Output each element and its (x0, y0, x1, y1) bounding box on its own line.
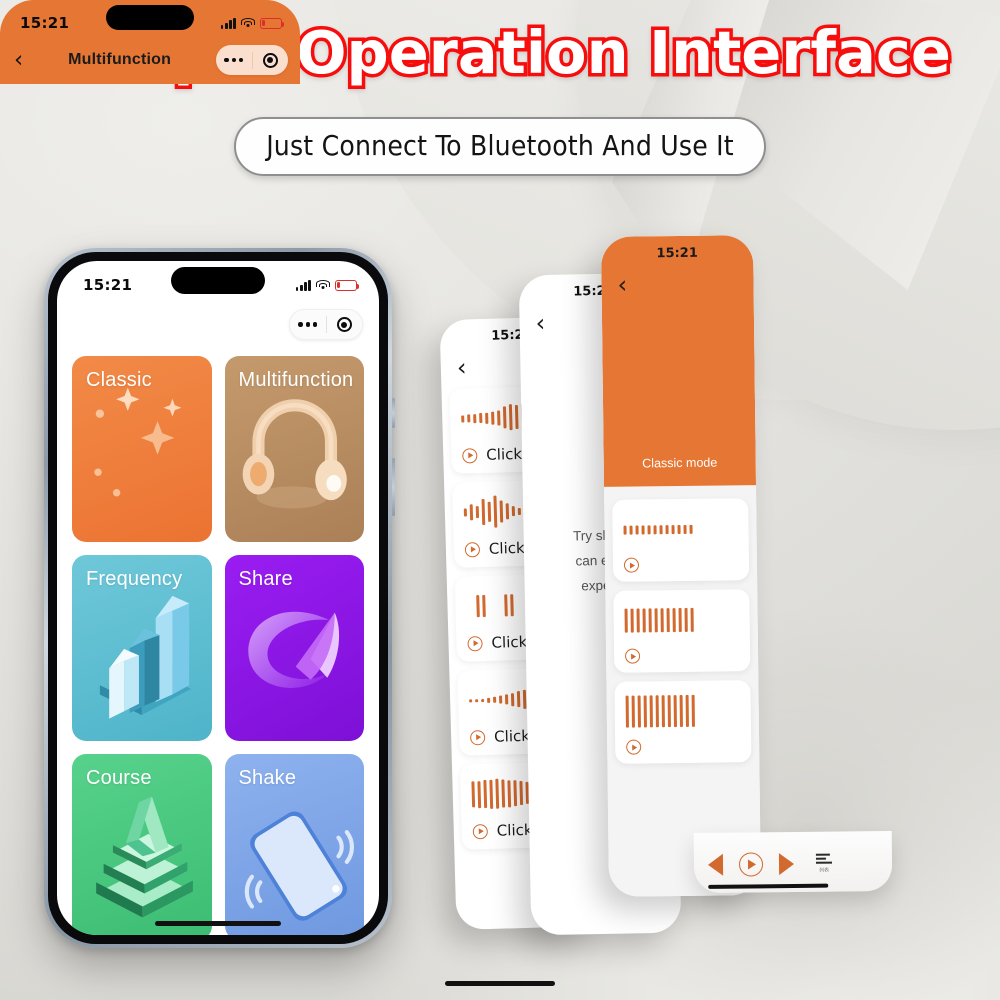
right-status-bar: 15:21 (0, 0, 300, 38)
status-time: 15:21 (20, 14, 70, 32)
dynamic-island (106, 5, 194, 30)
right-nav-bar: ‹ Multifunction (0, 38, 300, 82)
target-icon[interactable] (253, 52, 289, 68)
triangle-right-icon[interactable] (778, 852, 795, 876)
waveform-graphic (623, 511, 737, 546)
battery-low-icon (335, 279, 360, 291)
status-icons (295, 279, 360, 291)
page-title: Multifunction (68, 51, 172, 68)
wave-card[interactable] (612, 498, 750, 582)
card-label: Multifunction (238, 369, 354, 391)
more-dots-icon[interactable] (290, 322, 326, 327)
wifi-icon (316, 279, 330, 291)
stack3-status-bar: 15:21 (601, 235, 753, 271)
more-dots-icon[interactable] (216, 57, 252, 63)
list-label: 列表 (819, 867, 830, 874)
stack-phone-classic-mode: 15:21 ‹ Classic mode (600, 235, 762, 897)
dynamic-island (171, 267, 265, 294)
main-phone-device: 15:21 Classic Multifunction Frequency Sh… (44, 248, 395, 948)
subtitle-pill: Just Connect To Bluetooth And Use It (234, 117, 766, 176)
play-circle-icon[interactable] (462, 447, 478, 464)
status-time: 15:21 (83, 276, 133, 294)
card-label: Share (238, 568, 293, 590)
chevron-left-icon[interactable]: ‹ (601, 269, 753, 299)
wave-card[interactable] (614, 680, 752, 764)
status-time: 15:21 (656, 245, 698, 261)
home-indicator (708, 883, 829, 889)
card-label: Classic (86, 369, 152, 391)
card-frequency[interactable]: Frequency (72, 555, 212, 741)
card-label: Course (86, 767, 152, 789)
feature-grid: Classic Multifunction Frequency Share Co… (57, 346, 379, 935)
play-circle-icon[interactable] (625, 648, 641, 664)
play-circle-icon[interactable] (469, 729, 486, 745)
wifi-icon (241, 17, 255, 29)
waveform-graphic (624, 602, 738, 637)
card-label: Frequency (86, 568, 183, 590)
classic-mode-header: 15:21 ‹ Classic mode (600, 235, 757, 487)
card-label: Shake (238, 767, 297, 789)
waveform-graphic (625, 693, 740, 728)
play-circle-icon[interactable] (467, 635, 483, 651)
right-phone-header: 15:21 ‹ Multifunction (0, 0, 300, 84)
main-status-bar: 15:21 (57, 261, 379, 301)
list-sort-icon[interactable] (815, 853, 833, 864)
main-phone-screen: 15:21 Classic Multifunction Frequency Sh… (57, 261, 379, 935)
card-multifunction[interactable]: Multifunction (224, 356, 364, 542)
target-icon[interactable] (327, 317, 363, 332)
play-circle-icon[interactable] (626, 739, 642, 755)
play-circle-icon[interactable] (472, 823, 489, 839)
play-circle-icon[interactable] (623, 557, 640, 573)
chevron-left-icon[interactable]: ‹ (14, 48, 23, 72)
triangle-left-icon[interactable] (707, 853, 724, 876)
battery-low-icon (260, 17, 285, 29)
classic-mode-label: Classic mode (642, 455, 718, 471)
cellular-bars-icon (220, 17, 236, 29)
main-phone-bezel: 15:21 Classic Multifunction Frequency Sh… (48, 252, 388, 944)
subtitle-container: Just Connect To Bluetooth And Use It (0, 117, 1000, 176)
wave-card[interactable] (613, 589, 751, 673)
card-share[interactable]: Share (224, 555, 364, 741)
behind-media-nav: 列表 (693, 830, 893, 894)
card-course[interactable]: Course (72, 754, 212, 935)
card-classic[interactable]: Classic (72, 356, 212, 542)
play-circle-icon[interactable] (464, 541, 481, 558)
wechat-capsule[interactable] (289, 309, 363, 340)
cellular-bars-icon (295, 279, 311, 291)
card-shake[interactable]: Shake (224, 754, 364, 935)
status-icons (220, 17, 285, 29)
play-circle-icon[interactable] (738, 852, 764, 877)
wechat-capsule[interactable] (216, 45, 288, 75)
